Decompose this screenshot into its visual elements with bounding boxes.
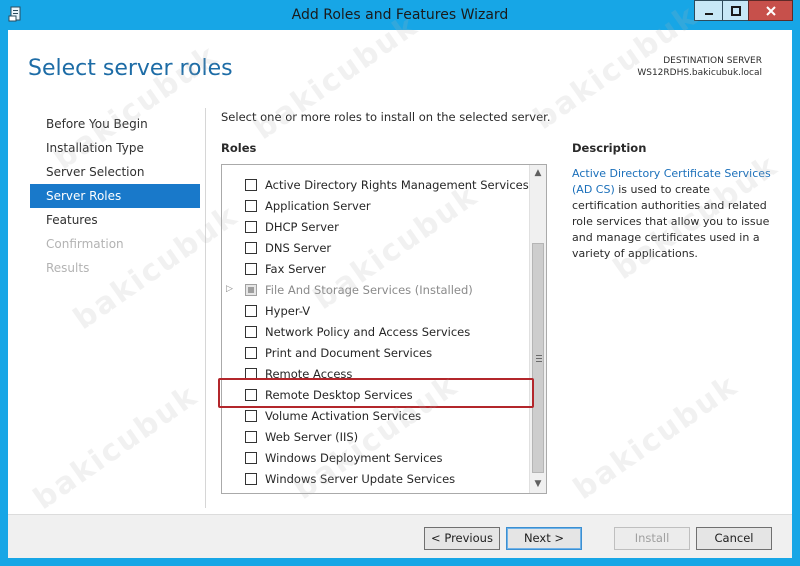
role-checkbox[interactable]	[245, 221, 257, 233]
wizard-nav: Before You Begin Installation Type Server …	[30, 112, 200, 280]
role-checkbox[interactable]	[245, 242, 257, 254]
minimize-icon	[704, 12, 713, 15]
previous-button[interactable]: < Previous	[424, 527, 500, 550]
role-label: Windows Deployment Services	[265, 451, 443, 465]
role-label: Active Directory Rights Management Servi…	[265, 178, 529, 192]
role-item-web-server-iis[interactable]: Web Server (IIS)	[222, 427, 530, 447]
nav-item-before-you-begin[interactable]: Before You Begin	[30, 112, 200, 136]
role-item-windows-server-update-services[interactable]: Windows Server Update Services	[222, 469, 530, 489]
role-label: Web Server (IIS)	[265, 430, 359, 444]
role-checkbox[interactable]	[245, 473, 257, 485]
nav-divider	[205, 108, 206, 508]
roles-heading: Roles	[221, 141, 257, 155]
role-checkbox[interactable]	[245, 305, 257, 317]
destination-server-value: WS12RDHS.bakicubuk.local	[637, 68, 762, 78]
role-item-windows-deployment-services[interactable]: Windows Deployment Services	[222, 448, 530, 468]
scroll-thumb[interactable]	[532, 243, 544, 473]
instruction-text: Select one or more roles to install on t…	[221, 110, 551, 124]
role-label: Volume Activation Services	[265, 409, 422, 423]
role-checkbox[interactable]	[245, 326, 257, 338]
role-checkbox	[245, 284, 257, 296]
wizard-client: Select server roles DESTINATION SERVER W…	[8, 30, 792, 558]
cancel-button[interactable]: Cancel	[696, 527, 772, 550]
install-button[interactable]: Install	[614, 527, 690, 550]
nav-item-server-roles[interactable]: Server Roles	[30, 184, 200, 208]
title-bar[interactable]: Add Roles and Features Wizard	[0, 0, 800, 30]
scroll-grip-icon	[536, 358, 542, 359]
role-item-hyper-v[interactable]: Hyper-V	[222, 301, 530, 321]
role-label: Application Server	[265, 199, 371, 213]
role-label: Print and Document Services	[265, 346, 433, 360]
role-checkbox[interactable]	[245, 179, 257, 191]
nav-item-confirmation: Confirmation	[46, 237, 124, 251]
role-checkbox[interactable]	[245, 410, 257, 422]
role-label: DHCP Server	[265, 220, 339, 234]
maximize-button[interactable]	[722, 0, 748, 21]
role-label: Hyper-V	[265, 304, 311, 318]
role-item-active-directory-rights-management-services[interactable]: Active Directory Rights Management Servi…	[222, 175, 530, 195]
role-item-file-and-storage-services-installed: ▷ File And Storage Services (Installed)	[222, 280, 530, 300]
role-checkbox[interactable]	[245, 389, 257, 401]
role-label: File And Storage Services (Installed)	[265, 283, 473, 297]
role-label: Remote Desktop Services	[265, 388, 413, 402]
nav-item-features[interactable]: Features	[30, 208, 200, 232]
role-checkbox[interactable]	[245, 452, 257, 464]
description-body: Active Directory Certificate Services (A…	[572, 166, 772, 262]
minimize-button[interactable]	[694, 0, 722, 21]
role-item-volume-activation-services[interactable]: Volume Activation Services	[222, 406, 530, 426]
role-checkbox[interactable]	[245, 263, 257, 275]
window-title: Add Roles and Features Wizard	[291, 7, 509, 23]
role-item-remote-access[interactable]: Remote Access	[222, 364, 530, 384]
scroll-up-arrow[interactable]: ▲	[530, 165, 546, 182]
role-label: Windows Server Update Services	[265, 472, 456, 486]
role-checkbox[interactable]	[245, 200, 257, 212]
role-item-dhcp-server[interactable]: DHCP Server	[222, 217, 530, 237]
role-item-dns-server[interactable]: DNS Server	[222, 238, 530, 258]
role-item-remote-desktop-services[interactable]: Remote Desktop Services	[222, 385, 530, 405]
scroll-down-arrow[interactable]: ▼	[530, 476, 546, 493]
role-label: DNS Server	[265, 241, 332, 255]
role-item-print-and-document-services[interactable]: Print and Document Services	[222, 343, 530, 363]
nav-item-results: Results	[46, 261, 90, 275]
role-label: Network Policy and Access Services	[265, 325, 471, 339]
page-title: Select server roles	[28, 56, 233, 81]
roles-scrollbar[interactable]: ▲ ▼	[529, 165, 546, 493]
nav-item-server-selection[interactable]: Server Selection	[30, 160, 200, 184]
close-button[interactable]	[748, 0, 793, 21]
role-checkbox[interactable]	[245, 347, 257, 359]
wizard-footer: < Previous Next > Install Cancel	[8, 514, 792, 558]
role-checkbox[interactable]	[245, 431, 257, 443]
destination-server-label: DESTINATION SERVER	[663, 56, 762, 66]
role-item-fax-server[interactable]: Fax Server	[222, 259, 530, 279]
role-item-network-policy-and-access-services[interactable]: Network Policy and Access Services	[222, 322, 530, 342]
role-checkbox[interactable]	[245, 368, 257, 380]
wizard-window: Add Roles and Features Wizard Select ser…	[0, 0, 800, 566]
roles-list[interactable]: Windows Server Update Services Windows De…	[221, 164, 547, 494]
description-heading: Description	[572, 141, 647, 155]
nav-item-installation-type[interactable]: Installation Type	[30, 136, 200, 160]
role-label: Fax Server	[265, 262, 326, 276]
close-icon	[765, 5, 776, 16]
maximize-icon	[730, 5, 741, 16]
expand-arrow-icon[interactable]: ▷	[226, 284, 233, 294]
role-label: Remote Access	[265, 367, 353, 381]
role-item-application-server[interactable]: Application Server	[222, 196, 530, 216]
next-button[interactable]: Next >	[506, 527, 582, 550]
